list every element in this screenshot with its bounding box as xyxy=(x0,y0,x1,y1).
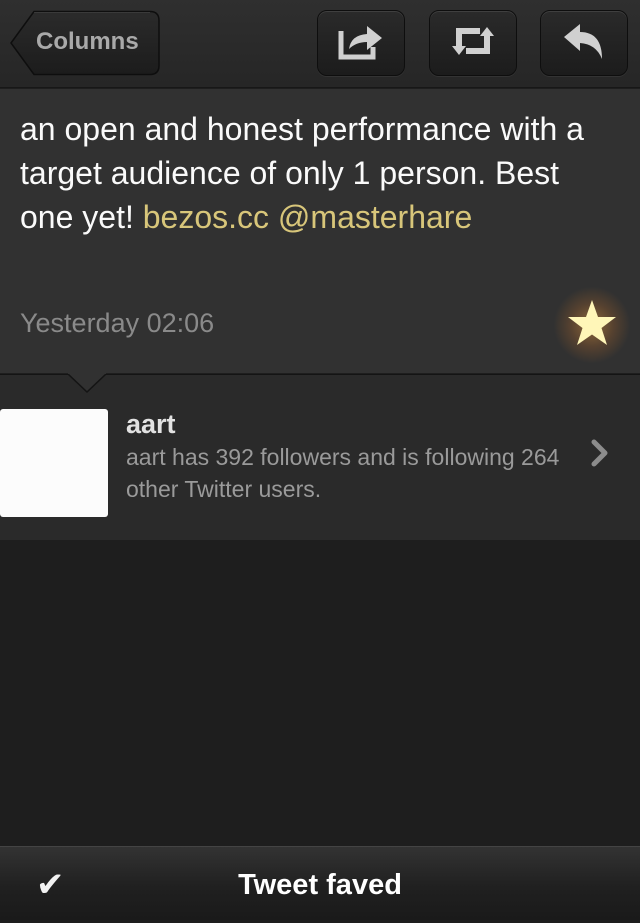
status-bar: ✔ Tweet faved xyxy=(0,846,640,920)
favorite-star-button[interactable] xyxy=(552,285,632,365)
top-toolbar: Columns xyxy=(0,0,640,88)
back-button-label: Columns xyxy=(36,28,139,55)
share-icon xyxy=(337,21,385,66)
avatar[interactable] xyxy=(0,409,108,517)
empty-area xyxy=(0,540,640,846)
retweet-icon xyxy=(450,22,496,65)
tweet-mention[interactable]: @masterhare xyxy=(278,199,472,235)
back-button-columns[interactable]: Columns xyxy=(10,10,160,76)
star-icon xyxy=(566,298,618,353)
tweet-timestamp: Yesterday 02:06 xyxy=(20,308,215,338)
user-card[interactable]: aart aart has 392 followers and is follo… xyxy=(0,374,640,540)
retweet-button[interactable] xyxy=(429,10,517,76)
pointer-notch xyxy=(68,372,106,394)
tweet-text: an open and honest performance with a ta… xyxy=(20,107,620,239)
reply-button[interactable] xyxy=(540,10,628,76)
chevron-right-icon xyxy=(590,439,610,472)
reply-icon xyxy=(562,21,606,66)
tweet-link[interactable]: bezos.cc xyxy=(143,199,269,235)
user-description: aart has 392 followers and is following … xyxy=(126,444,560,502)
share-button[interactable] xyxy=(317,10,405,76)
user-name: aart xyxy=(126,409,176,439)
status-message: Tweet faved xyxy=(238,869,402,901)
